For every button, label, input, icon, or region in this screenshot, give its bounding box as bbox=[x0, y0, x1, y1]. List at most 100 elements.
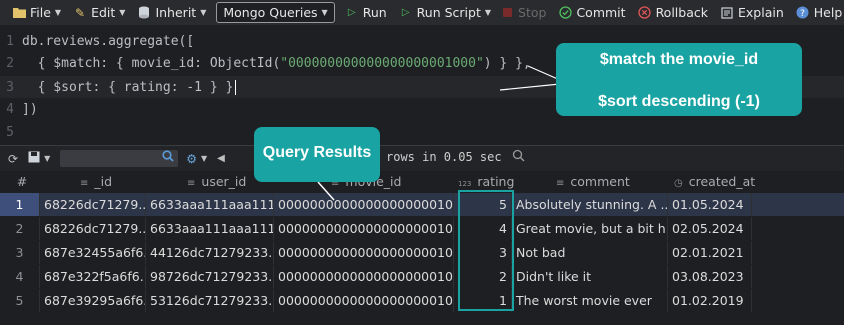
line-number: 3 bbox=[6, 79, 14, 95]
code-text: ]) bbox=[22, 101, 38, 117]
cell-movie-id[interactable]: 000000000000000000001000 bbox=[274, 241, 454, 264]
query-status-text: rows in 0.05 sec bbox=[386, 150, 502, 164]
results-toolbar: ⟳ ▼ ⚙ ▼ ◀ rows in 0.05 sec bbox=[0, 145, 844, 171]
db-icon bbox=[137, 6, 151, 19]
cell-user-id[interactable]: 6633aaa111aaa111... bbox=[146, 193, 274, 216]
clock-icon: ◷ bbox=[674, 177, 683, 189]
cell-comment[interactable]: Absolutely stunning. A ... bbox=[512, 193, 668, 216]
line-number: 2 bbox=[6, 55, 14, 71]
pencil-icon: ✎ bbox=[75, 5, 86, 20]
stop-label: Stop bbox=[518, 5, 547, 20]
callout-match-text: $match the movie_id bbox=[599, 51, 759, 68]
row-number: 1 bbox=[0, 193, 40, 216]
folder-icon bbox=[12, 7, 26, 18]
play-script-icon: ▷ bbox=[401, 7, 410, 18]
rownum-header: # bbox=[16, 173, 28, 189]
gear-icon[interactable]: ⚙ bbox=[186, 152, 197, 166]
cell-comment[interactable]: Not bad bbox=[512, 241, 668, 264]
cell-id[interactable]: 687e39295a6f6... bbox=[40, 289, 146, 312]
file-menu-label: File bbox=[30, 5, 51, 20]
row-number: 4 bbox=[0, 265, 40, 288]
explain-label: Explain bbox=[738, 5, 784, 20]
edit-menu[interactable]: ✎ Edit ▼ bbox=[67, 0, 131, 25]
run-script-label: Run Script bbox=[416, 5, 481, 20]
cell-movie-id[interactable]: 000000000000000000001000 bbox=[274, 265, 454, 288]
results-filter-input[interactable] bbox=[60, 150, 179, 167]
cancel-circle-icon bbox=[638, 6, 652, 19]
run-label: Run bbox=[362, 5, 387, 20]
check-circle-icon bbox=[558, 6, 572, 19]
cell-created-at[interactable]: 02.01.2021 bbox=[668, 241, 752, 264]
cell-user-id[interactable]: 6633aaa111aaa111... bbox=[146, 217, 274, 240]
stop-button[interactable]: Stop bbox=[497, 0, 552, 25]
cell-id[interactable]: 687e322f5a6f6... bbox=[40, 265, 146, 288]
edit-menu-label: Edit bbox=[91, 5, 116, 20]
row-number: 5 bbox=[0, 289, 40, 312]
callout-query-results-text: Query Results bbox=[262, 144, 372, 161]
row-number: 3 bbox=[0, 241, 40, 264]
column-header-created-at[interactable]: ◷ created_at bbox=[670, 171, 770, 194]
chevron-down-icon[interactable]: ▼ bbox=[201, 154, 207, 163]
query-mode-label: Mongo Queries bbox=[223, 5, 318, 20]
explain-button[interactable]: Explain bbox=[714, 0, 790, 25]
play-icon: ▷ bbox=[347, 7, 356, 18]
code-string: "000000000000000000001000" bbox=[280, 55, 484, 71]
cell-movie-id[interactable]: 000000000000000000001000 bbox=[274, 289, 454, 312]
cell-user-id[interactable]: 98726dc71279233... bbox=[146, 265, 274, 288]
code-text: { $match: { movie_id: ObjectId( bbox=[22, 55, 281, 71]
line-number: 4 bbox=[6, 101, 14, 117]
code-text: ) } }, bbox=[483, 55, 531, 71]
table-row[interactable]: 4 687e322f5a6f6... 98726dc71279233... 00… bbox=[0, 265, 844, 288]
cell-user-id[interactable]: 53126dc71279233... bbox=[146, 289, 274, 312]
explain-plan-icon bbox=[720, 6, 734, 19]
cell-id[interactable]: 68226dc71279... bbox=[40, 193, 146, 216]
editor-line[interactable]: 5 bbox=[0, 121, 844, 143]
column-header-comment[interactable]: ≡ comment bbox=[552, 171, 662, 194]
file-menu[interactable]: File ▼ bbox=[6, 0, 67, 25]
inherit-menu-label: Inherit bbox=[155, 5, 197, 20]
export-icon[interactable] bbox=[28, 151, 40, 166]
cell-comment[interactable]: Great movie, but a bit h... bbox=[512, 217, 668, 240]
cell-user-id[interactable]: 44126dc71279233... bbox=[146, 241, 274, 264]
main-toolbar: File ▼ ✎ Edit ▼ Inherit ▼ Mongo Queries … bbox=[0, 0, 844, 25]
table-row[interactable]: 5 687e39295a6f6... 53126dc71279233... 00… bbox=[0, 289, 844, 312]
cell-comment[interactable]: The worst movie ever bbox=[512, 289, 668, 312]
cell-id[interactable]: 687e32455a6f6... bbox=[40, 241, 146, 264]
rating-column-highlight bbox=[458, 190, 514, 311]
table-row[interactable]: 3 687e32455a6f6... 44126dc71279233... 00… bbox=[0, 241, 844, 264]
code-text: { $sort: { rating: -1 } } bbox=[22, 79, 234, 95]
cell-comment[interactable]: Didn't like it bbox=[512, 265, 668, 288]
cell-created-at[interactable]: 01.05.2024 bbox=[668, 193, 752, 216]
commit-button[interactable]: Commit bbox=[552, 0, 631, 25]
table-row[interactable]: 1 68226dc71279... 6633aaa111aaa111... 00… bbox=[0, 193, 844, 216]
cell-created-at[interactable]: 01.02.2019 bbox=[668, 289, 752, 312]
grid-header-row: # ≡_id ≡user_id ≡movie_id 123rating ≡com… bbox=[0, 171, 844, 193]
cell-id[interactable]: 68226dc71279... bbox=[40, 217, 146, 240]
chevron-down-icon[interactable]: ▼ bbox=[44, 154, 50, 163]
query-results-callout: Query Results bbox=[254, 127, 380, 182]
chevron-down-icon: ▼ bbox=[200, 8, 207, 17]
cell-created-at[interactable]: 02.05.2024 bbox=[668, 217, 752, 240]
line-number: 5 bbox=[6, 124, 14, 140]
search-icon[interactable] bbox=[512, 149, 525, 166]
field-list-icon: ≡ bbox=[80, 177, 89, 189]
query-mode-select[interactable]: Mongo Queries ▼ bbox=[216, 2, 335, 23]
run-button[interactable]: ▷ Run bbox=[339, 0, 393, 25]
code-text: db.reviews.aggregate([ bbox=[22, 33, 195, 49]
cell-created-at[interactable]: 03.08.2023 bbox=[668, 265, 752, 288]
table-row[interactable]: 2 68226dc71279... 6633aaa111aaa111... 00… bbox=[0, 217, 844, 240]
cell-movie-id[interactable]: 000000000000000000001000 bbox=[274, 193, 454, 216]
numeric-type-icon: 123 bbox=[458, 179, 472, 188]
run-script-button[interactable]: ▷ Run Script ▼ bbox=[393, 0, 497, 25]
rollback-button[interactable]: Rollback bbox=[632, 0, 714, 25]
chevron-down-icon: ▼ bbox=[321, 8, 328, 17]
refresh-icon[interactable]: ⟳ bbox=[8, 152, 18, 166]
field-list-icon: ≡ bbox=[556, 177, 565, 189]
column-header-id[interactable]: ≡ _id bbox=[76, 171, 146, 194]
nav-left-icon[interactable]: ◀ bbox=[217, 153, 225, 164]
help-menu[interactable]: ? Help ▼ bbox=[790, 0, 844, 25]
inherit-menu[interactable]: Inherit ▼ bbox=[131, 0, 212, 25]
chevron-down-icon: ▼ bbox=[119, 8, 126, 17]
rollback-label: Rollback bbox=[655, 5, 708, 20]
cell-movie-id[interactable]: 000000000000000000001000 bbox=[274, 217, 454, 240]
